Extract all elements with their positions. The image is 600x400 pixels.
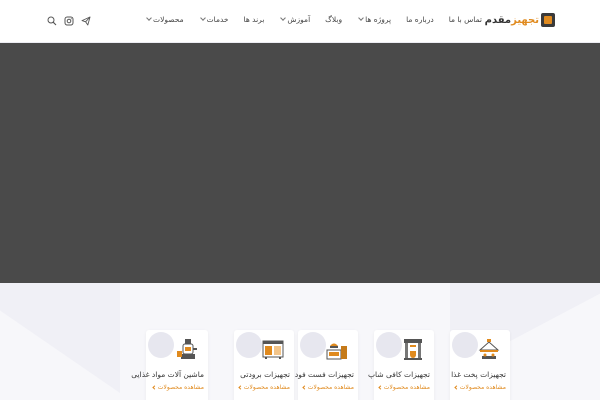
category-card-fast-food[interactable]: تجهیزات فست فود مشاهده محصولات	[294, 330, 358, 400]
cooking-hood-icon	[478, 339, 500, 359]
chevron-left-icon	[454, 385, 459, 390]
logo-text: تجهیزمقدم	[484, 14, 540, 26]
hero-banner	[0, 43, 600, 283]
nav-item-blog[interactable]: وبلاگ	[325, 15, 342, 24]
card-title: ماشین آلات مواد غذایی	[131, 370, 204, 379]
instagram-icon[interactable]	[63, 15, 74, 26]
espresso-machine-icon	[404, 339, 422, 360]
view-products-link[interactable]: مشاهده محصولات	[302, 384, 354, 391]
nav-item-projects[interactable]: پروژه ها	[357, 15, 391, 24]
site-header: تجهیزمقدم محصولات خدمات برند ها آموزش وب…	[0, 0, 600, 43]
header-icons	[46, 15, 91, 26]
view-products-link[interactable]: مشاهده محصولات	[454, 384, 506, 391]
chevron-left-icon	[302, 385, 307, 390]
nav-item-services[interactable]: خدمات	[199, 15, 229, 24]
nav-item-products[interactable]: محصولات	[145, 15, 184, 24]
send-icon[interactable]	[80, 15, 91, 26]
refrigerator-icon	[262, 340, 284, 359]
food-processor-icon	[177, 339, 197, 359]
chevron-left-icon	[152, 385, 157, 390]
view-products-link[interactable]: مشاهده محصولات	[238, 384, 290, 391]
chevron-left-icon	[378, 385, 383, 390]
nav-item-contact[interactable]: تماس با ما	[449, 15, 482, 24]
chevron-down-icon	[280, 15, 287, 21]
category-card-food-machinery[interactable]: ماشین آلات مواد غذایی مشاهده محصولات	[131, 330, 208, 400]
nav-item-brands[interactable]: برند ها	[244, 15, 265, 24]
logo-mark-icon	[541, 13, 555, 27]
nav-item-about[interactable]: درباره ما	[406, 15, 434, 24]
search-icon[interactable]	[46, 15, 57, 26]
card-decor-circle	[376, 332, 402, 358]
category-card-refrigeration[interactable]: تجهیزات برودتی مشاهده محصولات	[234, 330, 294, 400]
chevron-down-icon	[358, 15, 364, 21]
card-decor-circle	[148, 332, 174, 358]
site-logo[interactable]: تجهیزمقدم	[485, 13, 555, 27]
card-title: تجهیزات پخت غذا	[451, 370, 506, 379]
category-cards: تجهیزات پخت غذا مشاهده محصولات تجهیزات ک…	[131, 330, 514, 400]
card-title: تجهیزات برودتی	[240, 370, 290, 379]
chevron-down-icon	[199, 15, 206, 21]
category-card-cooking[interactable]: تجهیزات پخت غذا مشاهده محصولات	[450, 330, 510, 400]
nav-item-education[interactable]: آموزش	[279, 15, 310, 24]
fast-food-icon	[326, 343, 347, 360]
card-title: تجهیزات کافی شاپ	[367, 370, 430, 379]
card-decor-circle	[236, 332, 262, 358]
card-title: تجهیزات فست فود	[294, 370, 354, 379]
main-nav: محصولات خدمات برند ها آموزش وبلاگ پروژه …	[145, 15, 482, 24]
chevron-down-icon	[146, 15, 152, 21]
card-decor-circle	[452, 332, 478, 358]
view-products-link[interactable]: مشاهده محصولات	[378, 384, 430, 391]
category-card-coffee-shop[interactable]: تجهیزات کافی شاپ مشاهده محصولات	[368, 330, 434, 400]
chevron-left-icon	[238, 385, 243, 390]
card-decor-circle	[300, 332, 326, 358]
view-products-link[interactable]: مشاهده محصولات	[152, 384, 204, 391]
